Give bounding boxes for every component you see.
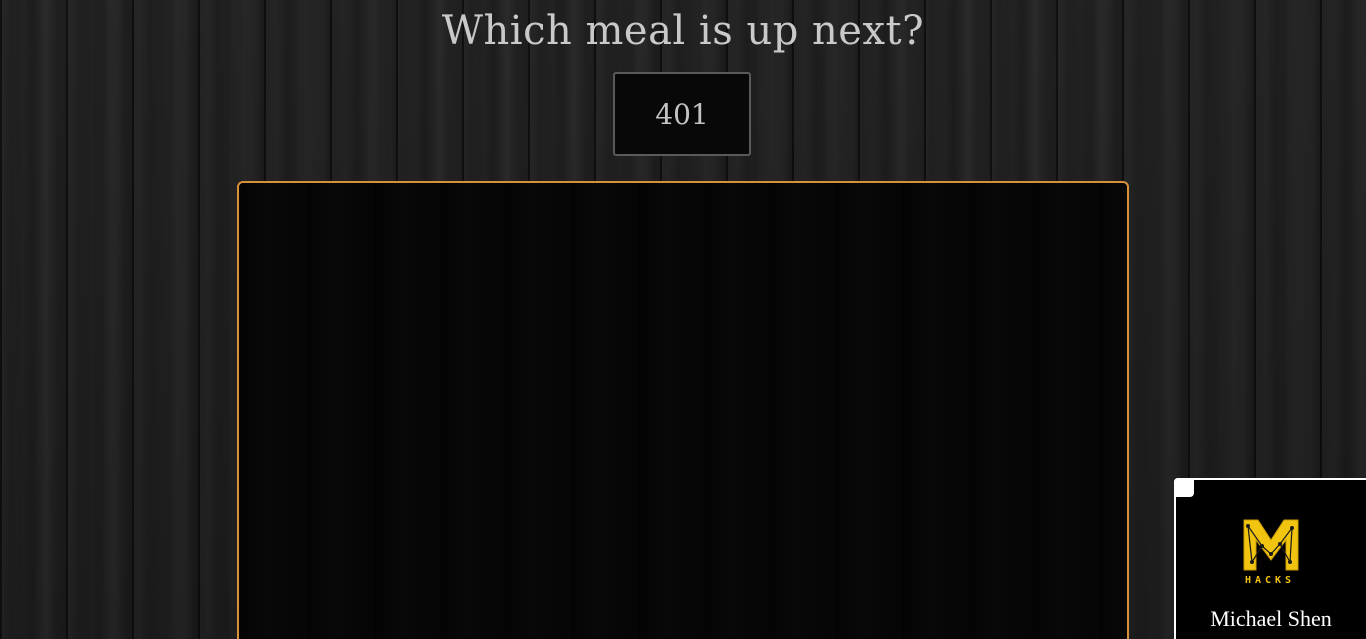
page-title: Which meal is up next? [441,8,925,54]
logo-subtext: HACKS [1244,575,1296,586]
meal-content-panel [237,181,1129,639]
badge-corner-tab [1174,478,1194,497]
meal-number-display: 401 [613,72,751,156]
badge-person-name: Michael Shen [1210,606,1332,631]
meal-number-value: 401 [655,97,709,131]
